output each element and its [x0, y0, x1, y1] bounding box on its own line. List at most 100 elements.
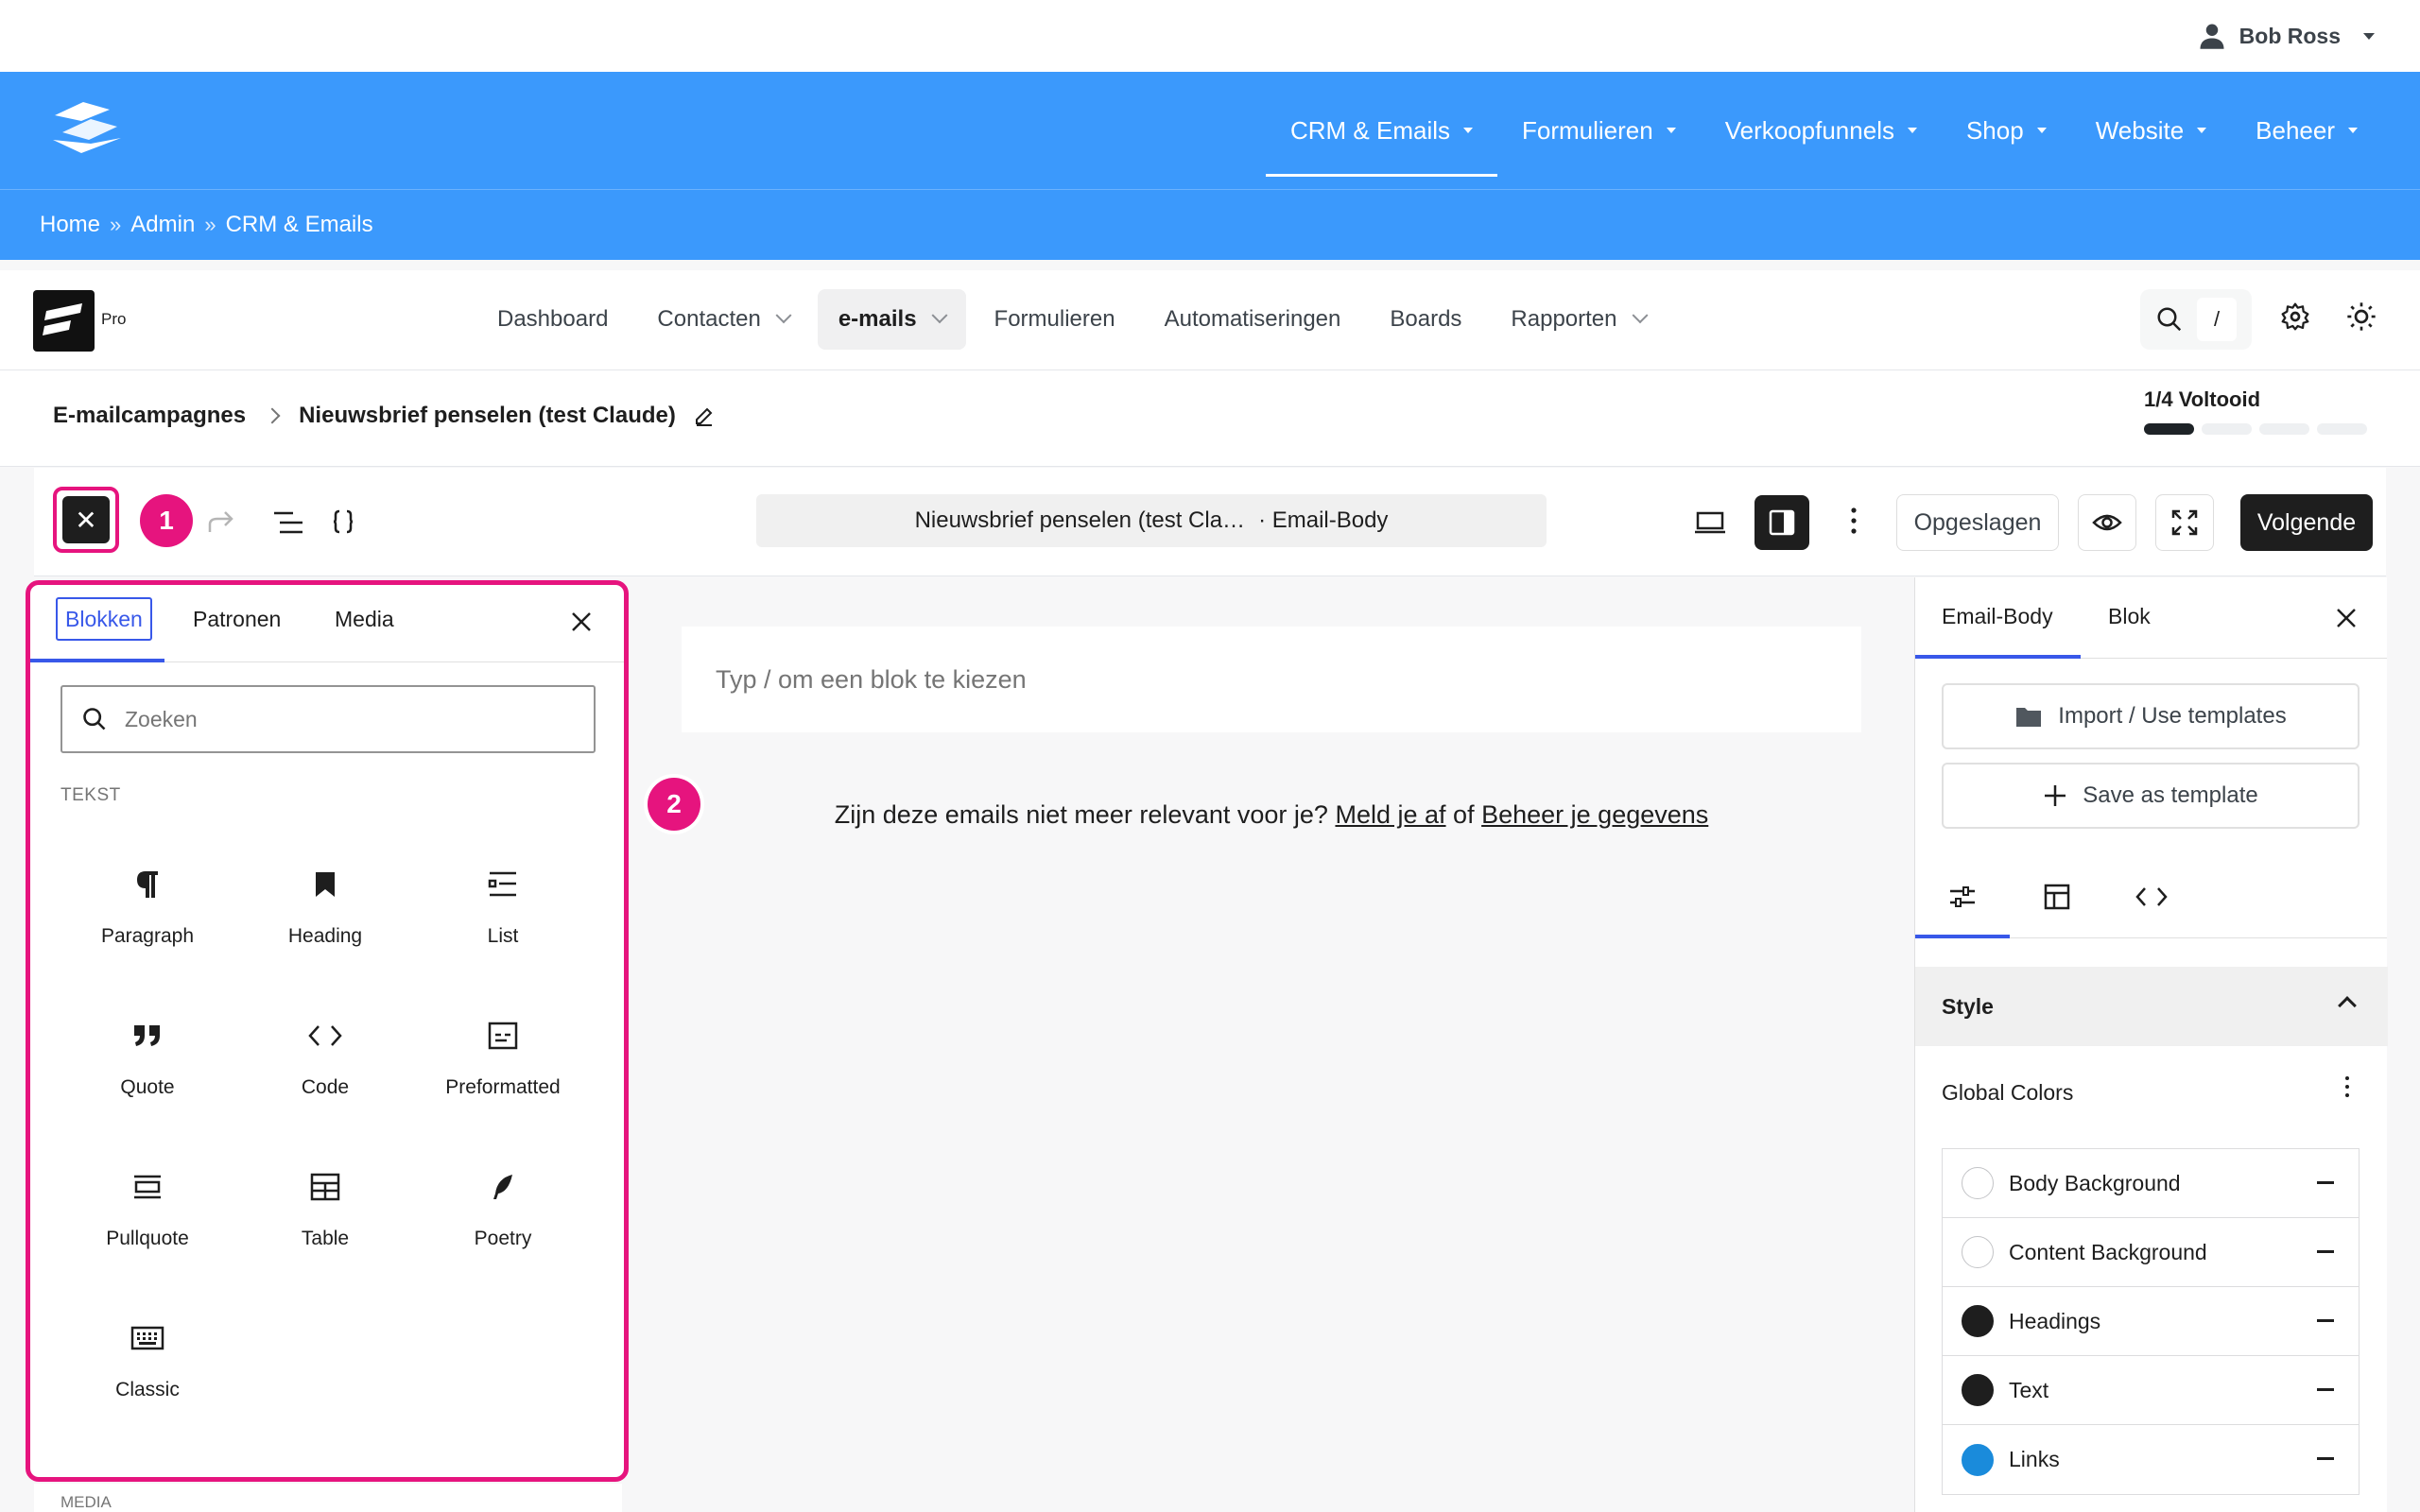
- style-section-header[interactable]: Style: [1915, 967, 2388, 1046]
- color-row[interactable]: Headings: [1943, 1287, 2359, 1356]
- block-code[interactable]: Code: [236, 1010, 414, 1161]
- save-template-button[interactable]: Save as template: [1942, 763, 2360, 829]
- edit-icon[interactable]: [693, 404, 716, 427]
- step-badge-1: 1: [140, 494, 193, 547]
- saved-button[interactable]: Opgeslagen: [1896, 494, 2059, 551]
- breadcrumb-crm[interactable]: CRM & Emails: [226, 212, 373, 238]
- block-heading[interactable]: Heading: [236, 859, 414, 1010]
- sidebar-tabs: Email-Body Blok: [1915, 577, 2387, 659]
- block-poetry[interactable]: Poetry: [414, 1161, 592, 1313]
- app-nav-boards[interactable]: Boards: [1369, 289, 1482, 350]
- color-swatch[interactable]: [1962, 1443, 1994, 1476]
- app-nav-label: Contacten: [657, 306, 761, 332]
- remove-color-icon[interactable]: [2317, 1319, 2334, 1322]
- block-classic[interactable]: Classic: [59, 1313, 236, 1464]
- block-list[interactable]: List: [414, 859, 592, 1010]
- color-label: Headings: [2009, 1308, 2101, 1333]
- braces-icon[interactable]: [333, 509, 354, 534]
- desktop-preview-icon[interactable]: [1694, 511, 1726, 534]
- caret-down-icon: [2036, 128, 2047, 133]
- block-pullquote[interactable]: Pullquote: [59, 1161, 236, 1313]
- color-row[interactable]: Links: [1943, 1425, 2359, 1494]
- tab-patronen[interactable]: Patronen: [193, 597, 281, 641]
- close-icon[interactable]: [571, 611, 592, 632]
- tab-blok[interactable]: Blok: [2108, 604, 2151, 629]
- tab-media[interactable]: Media: [335, 597, 394, 641]
- block-label: Code: [301, 1076, 350, 1098]
- remove-color-icon[interactable]: [2317, 1250, 2334, 1253]
- tab-email-body[interactable]: Email-Body: [1942, 604, 2053, 629]
- block-preformatted[interactable]: Preformatted: [414, 1010, 592, 1161]
- block-label: Preformatted: [445, 1076, 561, 1098]
- tab-label: Media: [335, 606, 394, 631]
- caret-down-icon: [1907, 128, 1917, 133]
- block-table[interactable]: Table: [236, 1161, 414, 1313]
- block-appender[interactable]: Typ / om een blok te kiezen: [682, 627, 1861, 732]
- site-nav-formulieren[interactable]: Formulieren: [1497, 72, 1701, 189]
- settings-sidebar-toggle[interactable]: [1754, 495, 1809, 550]
- tab-code-settings[interactable]: [2133, 878, 2170, 916]
- progress-segment: [2259, 423, 2309, 435]
- color-row[interactable]: Body Background: [1943, 1149, 2359, 1218]
- breadcrumb-home[interactable]: Home: [40, 212, 100, 238]
- app-nav-dashboard[interactable]: Dashboard: [476, 289, 629, 350]
- site-nav-crm[interactable]: CRM & Emails: [1265, 72, 1498, 189]
- app-nav-automatiseringen[interactable]: Automatiseringen: [1144, 289, 1362, 350]
- block-search-input[interactable]: Zoeken: [60, 685, 596, 753]
- heading-icon: [307, 867, 343, 902]
- sun-icon[interactable]: [2346, 301, 2377, 332]
- more-options-icon[interactable]: [1849, 506, 1858, 536]
- site-nav-shop[interactable]: Shop: [1942, 72, 2071, 189]
- table-icon: [307, 1169, 343, 1205]
- preview-button[interactable]: [2078, 494, 2136, 551]
- tab-blokken[interactable]: Blokken: [56, 597, 152, 641]
- remove-color-icon[interactable]: [2317, 1457, 2334, 1460]
- site-logo[interactable]: [45, 100, 127, 159]
- close-icon[interactable]: [2336, 608, 2357, 628]
- color-row[interactable]: Text: [1943, 1356, 2359, 1425]
- progress-steps: [2144, 423, 2367, 435]
- layout-icon: [2044, 884, 2070, 910]
- color-swatch[interactable]: [1962, 1374, 1994, 1406]
- close-inserter-button[interactable]: ✕: [53, 487, 119, 553]
- gear-icon[interactable]: [2280, 301, 2310, 332]
- app-nav-formulieren[interactable]: Formulieren: [974, 289, 1136, 350]
- tab-style-settings[interactable]: [1944, 878, 1981, 916]
- next-button[interactable]: Volgende: [2240, 494, 2373, 551]
- site-nav-beheer[interactable]: Beheer: [2231, 72, 2382, 189]
- block-paragraph[interactable]: Paragraph: [59, 859, 236, 1010]
- color-swatch[interactable]: [1962, 1236, 1994, 1268]
- color-row[interactable]: Content Background: [1943, 1218, 2359, 1287]
- classic-icon: [130, 1320, 165, 1356]
- site-nav-website[interactable]: Website: [2071, 72, 2231, 189]
- list-view-icon[interactable]: [272, 509, 304, 536]
- app-nav-emails[interactable]: e-mails: [817, 289, 966, 350]
- tab-layout-settings[interactable]: [2038, 878, 2076, 916]
- footer-text: Zijn deze emails niet meer relevant voor…: [834, 800, 1328, 829]
- import-templates-button[interactable]: Import / Use templates: [1942, 683, 2360, 749]
- manage-preferences-link[interactable]: Beheer je gegevens: [1481, 800, 1708, 829]
- block-label: Classic: [115, 1379, 180, 1400]
- code-icon: [307, 1018, 343, 1054]
- saved-label: Opgeslagen: [1913, 508, 2042, 536]
- global-search-button[interactable]: /: [2140, 289, 2252, 350]
- remove-color-icon[interactable]: [2317, 1181, 2334, 1184]
- color-swatch[interactable]: [1962, 1305, 1994, 1337]
- breadcrumb-admin[interactable]: Admin: [130, 212, 195, 238]
- app-nav-contacten[interactable]: Contacten: [636, 289, 809, 350]
- site-nav-verkoopfunnels[interactable]: Verkoopfunnels: [1701, 72, 1942, 189]
- document-title-bar[interactable]: Nieuwsbrief penselen (test Cla… · Email-…: [756, 494, 1547, 547]
- redo-icon[interactable]: [206, 509, 236, 536]
- remove-color-icon[interactable]: [2317, 1388, 2334, 1391]
- color-swatch[interactable]: [1962, 1167, 1994, 1199]
- unsubscribe-link[interactable]: Meld je af: [1335, 800, 1445, 829]
- fullscreen-button[interactable]: [2155, 494, 2214, 551]
- block-quote[interactable]: Quote: [59, 1010, 236, 1161]
- pro-badge: Pro: [101, 310, 127, 328]
- crumb-campaigns[interactable]: E-mailcampagnes: [53, 403, 246, 429]
- global-colors-menu-icon[interactable]: [2345, 1076, 2349, 1097]
- progress-segment: [2144, 423, 2194, 435]
- user-menu[interactable]: Bob Ross: [2198, 17, 2375, 55]
- app-logo[interactable]: [33, 290, 95, 352]
- app-nav-rapporten[interactable]: Rapporten: [1490, 289, 1666, 350]
